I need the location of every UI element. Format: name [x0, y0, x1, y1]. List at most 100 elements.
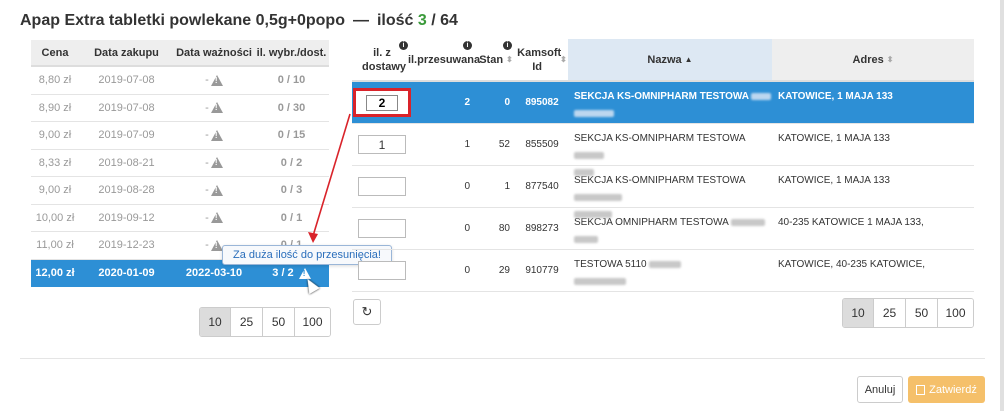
col-price[interactable]: Cena [31, 40, 79, 65]
redacted-text [574, 151, 604, 159]
page-size-25[interactable]: 25 [230, 308, 262, 336]
delivery-qty-input[interactable]: 2 [353, 88, 411, 117]
col-purchase-date[interactable]: Data zakupu [79, 40, 174, 65]
batch-qty-value: 0 / 30 [277, 101, 306, 114]
col-moved-qty[interactable]: il.przesuwana i [408, 39, 480, 80]
col-selected-qty[interactable]: il. wybr./dost. [254, 40, 329, 65]
dialog-title: Apap Extra tabletki powlekane 0,5g+0popo… [20, 12, 458, 30]
batch-expiry-value: - [205, 74, 209, 87]
delivery-row[interactable]: 2 2 0 895082 SEKCJA KS-OMNIPHARM TESTOWA KAT… [352, 82, 974, 124]
batch-row[interactable]: 8,33 zł 2019-08-21 - 0 / 2 [31, 150, 329, 177]
batch-price: 9,00 zł [38, 184, 72, 197]
delivery-row[interactable]: 0 80 898273 SEKCJA OMNIPHARM TESTOWA 40-235… [352, 208, 974, 250]
sort-icon: ⬍ [560, 54, 567, 64]
batch-qty-value: 0 / 15 [277, 129, 306, 142]
delivery-table: il. z dostawy i il.przesuwana i Stan ⬍ i Kam… [352, 39, 974, 292]
page-size-100[interactable]: 100 [937, 299, 973, 327]
pharmacy-address: 40-235 KATOWICE 1 MAJA 133, [778, 217, 924, 228]
col-address-label: Adres [852, 53, 884, 66]
batch-purchase-date: 2019-08-21 [98, 156, 155, 169]
delivery-qty-input[interactable] [358, 177, 406, 196]
batch-expiry: - [174, 205, 254, 232]
redacted-text [574, 210, 612, 218]
page-size-25[interactable]: 25 [873, 299, 905, 327]
delivery-row[interactable]: 0 29 910779 TESTOWA 5110 KATOWICE, 40-235 K… [352, 250, 974, 292]
page-size-50[interactable]: 50 [905, 299, 937, 327]
batch-row[interactable]: 10,00 zł 2019-09-12 - 0 / 1 [31, 205, 329, 232]
batch-price: 8,90 zł [38, 101, 72, 114]
batch-expiry: - [174, 150, 254, 177]
batch-row[interactable]: 8,80 zł 2019-07-08 - 0 / 10 [31, 67, 329, 95]
kamsoft-id: 895082 [525, 97, 559, 108]
delivery-qty-input[interactable]: 1 [358, 135, 406, 154]
batch-expiry-value: - [205, 211, 209, 224]
batch-qty-value: 0 / 3 [280, 184, 303, 197]
batch-row[interactable]: 9,00 zł 2019-08-28 - 0 / 3 [31, 177, 329, 205]
batch-purchase-date: 2019-09-12 [98, 211, 155, 224]
batch-price: 10,00 zł [35, 211, 75, 224]
batch-expiry-value: - [205, 184, 209, 197]
page-size-100[interactable]: 100 [294, 308, 330, 336]
batch-expiry: - [174, 67, 254, 94]
redacted-text [751, 92, 772, 100]
confirm-button[interactable]: Zatwierdź [908, 376, 985, 403]
delivery-qty-cell: 1 [352, 124, 412, 165]
batch-qty-value: 0 / 10 [277, 74, 306, 87]
pharmacy-name-text: SEKCJA KS-OMNIPHARM TESTOWA [574, 133, 745, 144]
refresh-button[interactable]: ↻ [353, 299, 381, 325]
batch-qty-value: 3 / 2 [272, 267, 294, 280]
col-delivery-qty-label: il. z dostawy [362, 46, 407, 73]
info-icon[interactable]: i [503, 41, 512, 50]
right-pagination: 10 25 50 100 [842, 298, 974, 328]
col-kamsoft-id[interactable]: Kamsoft Id ⬍ [516, 39, 568, 80]
batch-price: 11,00 zł [36, 239, 74, 252]
pharmacy-name-text: SEKCJA KS-OMNIPHARM TESTOWA [574, 175, 745, 186]
batch-expiry-value: - [205, 239, 209, 252]
sort-icon: ⬍ [506, 54, 513, 64]
cancel-button[interactable]: Anuluj [857, 376, 903, 403]
info-icon[interactable]: i [399, 41, 408, 50]
pharmacy-address: KATOWICE, 1 MAJA 133 [778, 175, 890, 186]
batch-expiry-value: - [205, 156, 209, 169]
confirm-label: Zatwierdź [929, 383, 977, 396]
pharmacy-name: TESTOWA 5110 [568, 250, 772, 291]
delivery-qty-cell [352, 166, 412, 207]
pharmacy-name-text: SEKCJA KS-OMNIPHARM TESTOWA [574, 91, 749, 102]
scrollbar[interactable] [1000, 0, 1004, 411]
col-stock[interactable]: Stan ⬍ i [476, 39, 516, 80]
batch-expiry-value: - [205, 129, 209, 142]
delivery-row[interactable]: 1 1 52 855509 SEKCJA KS-OMNIPHARM TESTOWA KA… [352, 124, 974, 176]
save-icon [916, 384, 926, 395]
col-address[interactable]: Adres ⬍ [772, 39, 974, 80]
warning-icon [210, 102, 223, 114]
pharmacy-address: KATOWICE, 1 MAJA 133 [778, 133, 890, 144]
page-size-10[interactable]: 10 [200, 308, 230, 336]
batch-table-header: Cena Data zakupu Data ważności il. wybr.… [31, 40, 329, 67]
qty-selected: 3 [417, 12, 427, 29]
batch-qty: 0 / 2 [254, 150, 329, 177]
delivery-table-header: il. z dostawy i il.przesuwana i Stan ⬍ i Kam… [352, 39, 974, 82]
delivery-qty-input[interactable] [358, 219, 406, 238]
page-size-50[interactable]: 50 [262, 308, 294, 336]
qty-total: / 64 [431, 12, 458, 29]
moved-qty: 2 [464, 97, 470, 108]
title-separator: — [352, 12, 369, 29]
batch-purchase-date: 2019-07-09 [98, 129, 155, 142]
delivery-qty-input[interactable] [358, 261, 406, 280]
batch-row[interactable]: 9,00 zł 2019-07-09 - 0 / 15 [31, 122, 329, 150]
col-expiry-date[interactable]: Data ważności [174, 40, 254, 65]
page-size-10[interactable]: 10 [843, 299, 873, 327]
batch-purchase-date: 2019-12-23 [98, 239, 155, 252]
col-name[interactable]: Nazwa ▲ [568, 39, 772, 80]
col-delivery-qty[interactable]: il. z dostawy i [352, 39, 412, 80]
batch-row[interactable]: 8,90 zł 2019-07-08 - 0 / 30 [31, 95, 329, 122]
batch-qty-value: 0 / 2 [280, 156, 303, 169]
warning-icon [210, 129, 223, 141]
stock-qty: 29 [498, 265, 510, 276]
moved-qty: 0 [464, 223, 470, 234]
delivery-row[interactable]: 0 1 877540 SEKCJA KS-OMNIPHARM TESTOWA KATO… [352, 166, 974, 218]
info-icon[interactable]: i [463, 41, 472, 50]
footer-divider [20, 358, 985, 359]
pharmacy-name: SEKCJA KS-OMNIPHARM TESTOWA [568, 82, 772, 123]
stock-qty: 1 [504, 181, 510, 192]
